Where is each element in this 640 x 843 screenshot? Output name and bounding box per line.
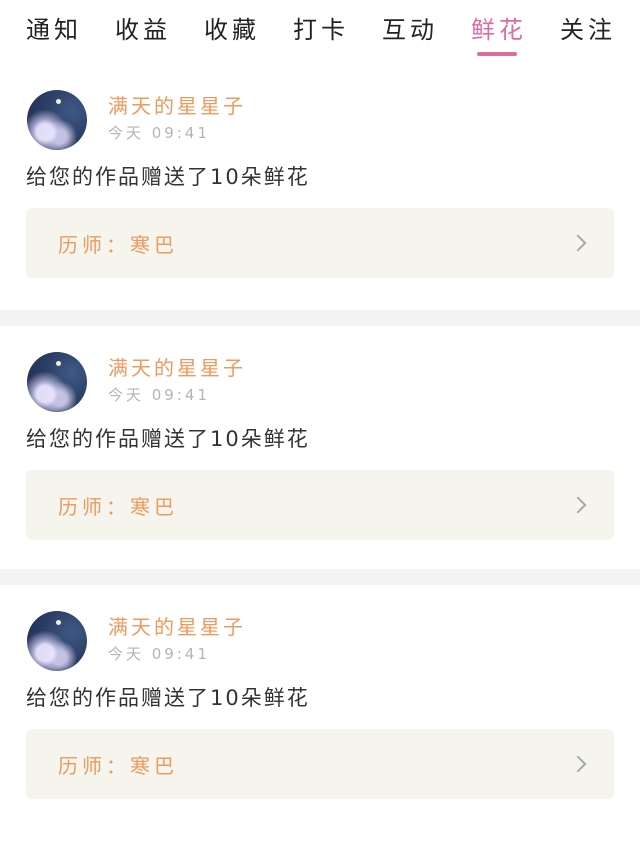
- starry-night-avatar-icon[interactable]: [27, 90, 87, 150]
- username[interactable]: 满天的星星子: [108, 352, 246, 381]
- list-item: 满天的星星子 今天 09:41 给您的作品赠送了10朵鲜花 历师：寒巴: [0, 326, 640, 569]
- moon-icon: [56, 99, 61, 104]
- teacher-label: 历师：寒巴: [58, 753, 178, 778]
- tab-earnings[interactable]: 收益: [115, 18, 171, 42]
- moon-icon: [56, 620, 61, 625]
- timestamp: 今天 09:41: [108, 386, 210, 404]
- starry-night-avatar-icon[interactable]: [27, 352, 87, 412]
- timestamp: 今天 09:41: [108, 124, 210, 142]
- active-tab-underline: [477, 52, 517, 56]
- tab-flowers[interactable]: 鲜花: [471, 18, 527, 56]
- tab-following[interactable]: 关注: [560, 18, 616, 42]
- gift-message: 给您的作品赠送了10朵鲜花: [26, 427, 310, 451]
- tab-bar: 通知 收益 收藏 打卡 互动 鲜花 关注: [0, 0, 640, 64]
- item-header: 满天的星星子 今天 09:41: [26, 64, 614, 156]
- tab-favorites[interactable]: 收藏: [204, 18, 260, 42]
- teacher-label: 历师：寒巴: [58, 494, 178, 519]
- gift-message: 给您的作品赠送了10朵鲜花: [26, 686, 310, 710]
- teacher-link[interactable]: 历师：寒巴: [26, 470, 614, 540]
- chevron-right-icon: [569, 234, 587, 252]
- username[interactable]: 满天的星星子: [108, 90, 246, 119]
- item-header: 满天的星星子 今天 09:41: [26, 326, 614, 418]
- list-item: 满天的星星子 今天 09:41 给您的作品赠送了10朵鲜花 历师：寒巴: [0, 585, 640, 843]
- timestamp: 今天 09:41: [108, 645, 210, 663]
- tab-interaction[interactable]: 互动: [382, 18, 438, 42]
- teacher-link[interactable]: 历师：寒巴: [26, 208, 614, 278]
- chevron-right-icon: [569, 755, 587, 773]
- tab-notice[interactable]: 通知: [26, 18, 82, 42]
- moon-icon: [56, 361, 61, 366]
- item-header: 满天的星星子 今天 09:41: [26, 585, 614, 677]
- gift-message: 给您的作品赠送了10朵鲜花: [26, 165, 310, 189]
- tab-checkin[interactable]: 打卡: [293, 18, 349, 42]
- starry-night-avatar-icon[interactable]: [27, 611, 87, 671]
- section-divider: [0, 569, 640, 585]
- teacher-label: 历师：寒巴: [58, 232, 178, 257]
- teacher-link[interactable]: 历师：寒巴: [26, 729, 614, 799]
- username[interactable]: 满天的星星子: [108, 611, 246, 640]
- chevron-right-icon: [569, 496, 587, 514]
- section-divider: [0, 310, 640, 326]
- list-item: 满天的星星子 今天 09:41 给您的作品赠送了10朵鲜花 历师：寒巴: [0, 64, 640, 310]
